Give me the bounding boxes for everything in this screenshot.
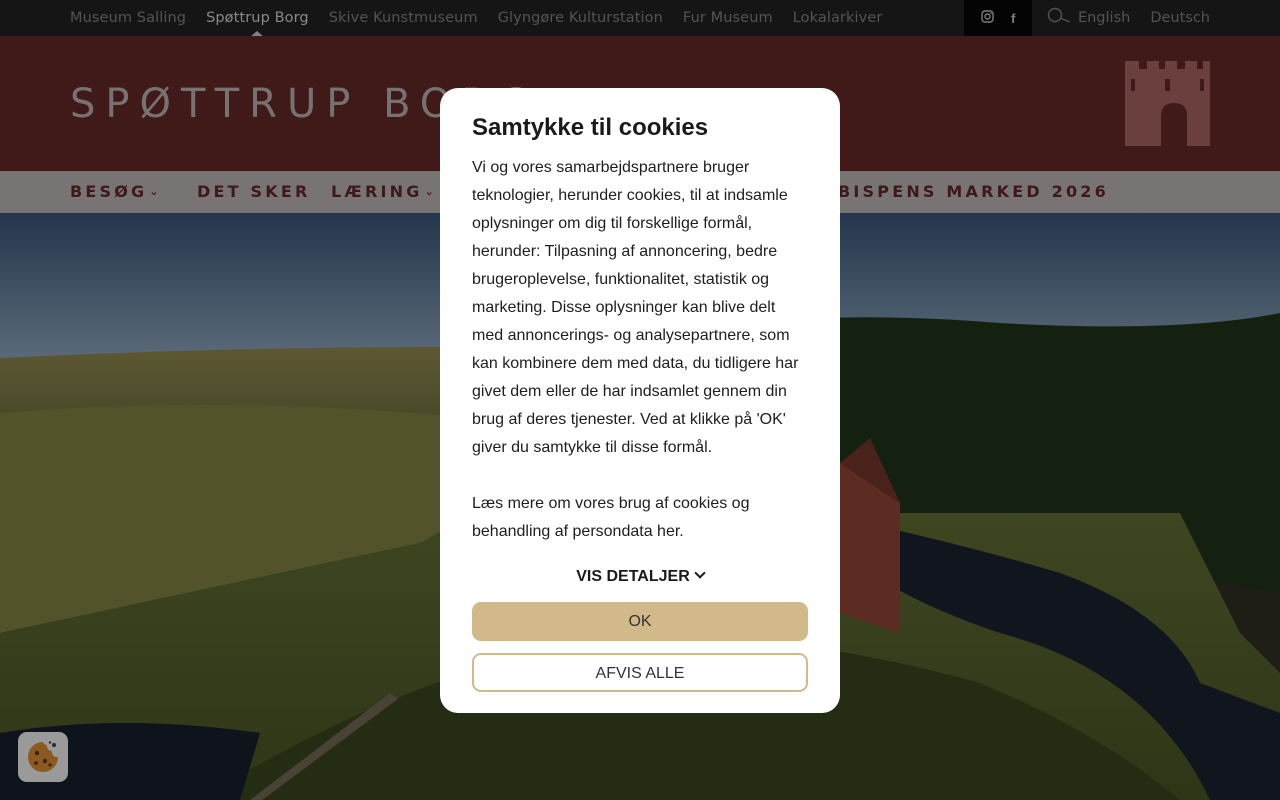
chevron-down-icon bbox=[694, 567, 706, 579]
dialog-title: Samtykke til cookies bbox=[472, 114, 709, 141]
cookie-settings-button[interactable] bbox=[18, 732, 68, 782]
cookie-consent-dialog: Samtykke til cookies Vi og vores samarbe… bbox=[440, 88, 840, 713]
ok-button[interactable]: OK bbox=[472, 602, 808, 641]
reject-all-button[interactable]: AFVIS ALLE bbox=[472, 653, 808, 692]
read-more-text[interactable]: Læs mere om vores brug af cookies og beh… bbox=[472, 490, 808, 546]
show-details-label: VIS DETALJER bbox=[576, 568, 690, 585]
dialog-body: Vi og vores samarbejdspartnere bruger te… bbox=[472, 154, 808, 546]
consent-text: Vi og vores samarbejdspartnere bruger te… bbox=[472, 159, 799, 456]
show-details-toggle[interactable]: VIS DETALJER bbox=[472, 562, 808, 592]
cookie-icon bbox=[28, 741, 58, 772]
